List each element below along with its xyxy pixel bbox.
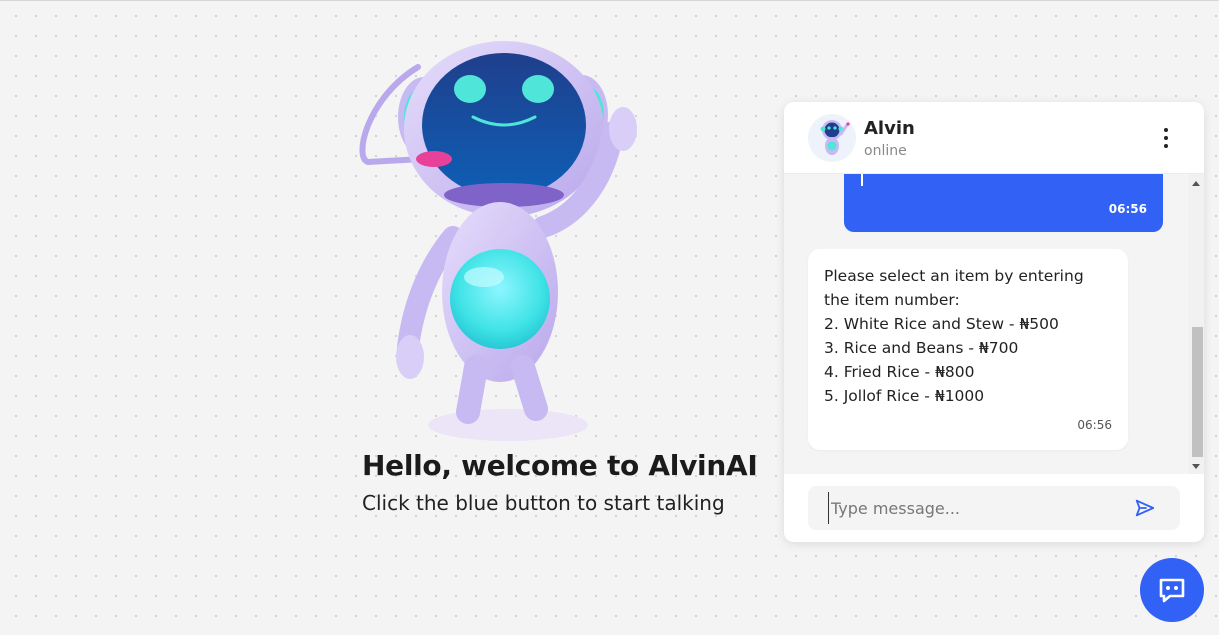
bot-message-line: 2. White Rice and Stew - ₦500	[824, 315, 1059, 333]
chat-contact-status: online	[864, 143, 907, 159]
bot-message-line: 4. Fried Rice - ₦800	[824, 363, 975, 381]
vertical-dots-icon[interactable]	[1158, 128, 1174, 148]
scroll-down-arrow-icon[interactable]	[1192, 464, 1200, 469]
welcome-title: Hello, welcome to AlvinAI	[362, 449, 758, 482]
message-time: 06:56	[1108, 202, 1147, 216]
chat-contact-name: Alvin	[864, 118, 915, 139]
chat-composer	[784, 474, 1204, 542]
text-caret	[861, 174, 863, 186]
bot-message-line: Please select an item by entering	[824, 267, 1084, 285]
scrollbar-thumb[interactable]	[1192, 327, 1203, 457]
message-input-wrapper	[808, 486, 1180, 530]
robot-mascot-icon	[359, 41, 637, 441]
chat-header: Alvin online	[784, 102, 1204, 174]
welcome-subtitle: Click the blue button to start talking	[362, 491, 725, 515]
message-time: 06:56	[1077, 418, 1112, 432]
send-icon[interactable]	[1134, 497, 1156, 519]
bot-message: Please select an item by entering the it…	[808, 249, 1128, 450]
bot-message-line: 3. Rice and Beans - ₦700	[824, 339, 1019, 357]
bot-message-line: 5. Jollof Rice - ₦1000	[824, 387, 985, 405]
bot-message-line: the item number:	[824, 291, 960, 309]
chat-panel: Alvin online 06:56 Please select an item…	[784, 102, 1204, 542]
chat-messages: 06:56 Please select an item by entering …	[784, 174, 1188, 474]
chat-scrollbar[interactable]	[1188, 174, 1204, 474]
message-input[interactable]	[828, 492, 1128, 524]
robot-avatar-icon	[808, 114, 856, 162]
user-message: 06:56	[844, 174, 1163, 232]
chat-launcher-button[interactable]	[1140, 558, 1204, 622]
chat-bubble-icon	[1159, 578, 1185, 603]
scroll-up-arrow-icon[interactable]	[1192, 181, 1200, 186]
